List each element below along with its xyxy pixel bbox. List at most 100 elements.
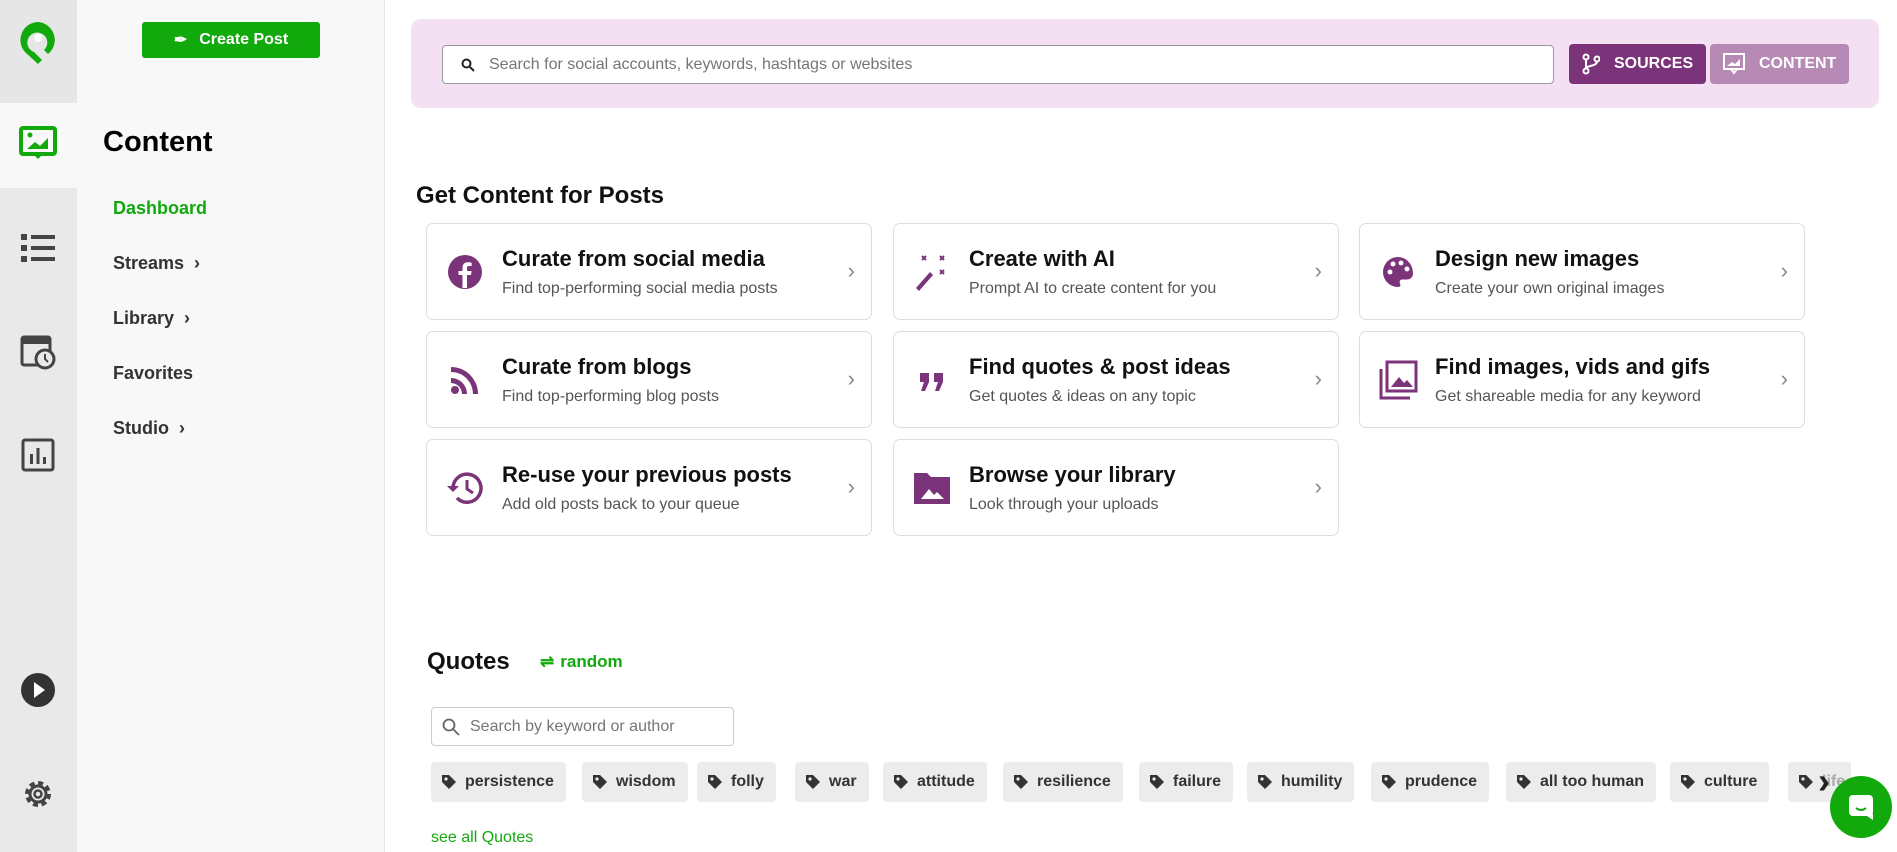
quote-tags: persistence wisdom folly war attitude resilie… <box>431 762 1851 802</box>
content-label: CONTENT <box>1759 55 1837 72</box>
branch-icon <box>1582 53 1600 75</box>
sources-button[interactable]: SOURCES <box>1569 44 1706 84</box>
tag-icon <box>442 775 456 789</box>
card-subtitle: Find top-performing social media posts <box>502 280 778 297</box>
images-icon <box>1378 360 1418 400</box>
card-subtitle: Add old posts back to your queue <box>502 496 740 513</box>
nav-label: Streams <box>113 253 185 273</box>
facebook-icon <box>445 252 485 292</box>
quote-search-field[interactable] <box>431 707 734 746</box>
sidebar-item-dashboard[interactable]: Dashboard <box>113 198 207 219</box>
quote-tag[interactable]: resilience <box>1003 762 1123 802</box>
icon-rail <box>0 0 77 852</box>
chevron-right-icon: › <box>1314 474 1322 499</box>
search-input[interactable] <box>489 55 1489 74</box>
quote-tag[interactable]: persistence <box>431 762 566 802</box>
tag-label: culture <box>1704 773 1758 790</box>
history-icon <box>445 468 485 508</box>
content-card[interactable]: Curate from social media Find top-perfor… <box>426 223 872 320</box>
quote-search-input[interactable] <box>470 717 720 736</box>
tag-icon <box>1258 775 1272 789</box>
content-button[interactable]: CONTENT <box>1710 44 1849 84</box>
quote-tag[interactable]: folly <box>697 762 776 802</box>
card-subtitle: Prompt AI to create content for you <box>969 280 1217 297</box>
create-post-label: Create Post <box>199 31 289 48</box>
chevron-right-icon: › <box>1780 366 1788 391</box>
chevron-right-icon: › <box>1780 258 1788 283</box>
sidebar-item-streams[interactable]: Streams › <box>113 253 200 274</box>
sidebar-item-library[interactable]: Library › <box>113 308 190 329</box>
magic-wand-icon <box>912 252 952 292</box>
card-title: Create with AI <box>969 246 1115 271</box>
content-card[interactable]: Find quotes & post ideas Get quotes & id… <box>893 331 1339 428</box>
calendar-clock-icon[interactable] <box>18 331 58 371</box>
shuffle-icon: ⇌ <box>540 652 555 671</box>
card-subtitle: Get shareable media for any keyword <box>1435 388 1701 405</box>
tags-next-arrow[interactable]: › <box>1818 760 1830 802</box>
search-icon <box>442 718 460 736</box>
content-card[interactable]: Browse your library Look through your up… <box>893 439 1339 536</box>
random-button[interactable]: ⇌ random <box>540 652 623 672</box>
streams-list-icon[interactable] <box>18 228 58 268</box>
card-subtitle: Create your own original images <box>1435 280 1665 297</box>
chevron-right-icon: › <box>847 474 855 499</box>
gear-icon[interactable] <box>18 774 58 814</box>
tag-icon <box>1517 775 1531 789</box>
search-banner: SOURCES CONTENT <box>411 19 1879 108</box>
search-field[interactable] <box>442 45 1554 84</box>
quote-tag[interactable]: humility <box>1247 762 1355 802</box>
quote-tag[interactable]: all too human <box>1506 762 1656 802</box>
get-content-title: Get Content for Posts <box>416 182 665 209</box>
nav-label: Studio <box>113 418 169 438</box>
sidebar-item-favorites[interactable]: Favorites <box>113 363 193 384</box>
quote-tag[interactable]: attitude <box>883 762 987 802</box>
chevron-right-icon: › <box>179 418 185 438</box>
see-all-quotes-link[interactable]: see all Quotes <box>431 829 533 847</box>
quote-tag[interactable]: prudence <box>1371 762 1490 802</box>
quote-tag[interactable]: culture <box>1670 762 1770 802</box>
chat-launcher-button[interactable] <box>1830 776 1892 838</box>
card-subtitle: Find top-performing blog posts <box>502 388 719 405</box>
tag-label: prudence <box>1405 773 1478 790</box>
nav-label: Dashboard <box>113 198 208 218</box>
tag-icon <box>1681 775 1695 789</box>
tag-icon <box>806 775 820 789</box>
play-icon[interactable] <box>18 670 58 710</box>
create-post-button[interactable]: ✒ Create Post <box>142 22 320 58</box>
logo-icon[interactable] <box>18 22 58 64</box>
chevron-right-icon: › <box>1314 366 1322 391</box>
content-icon[interactable] <box>18 124 58 164</box>
chevron-right-icon: › <box>184 308 191 328</box>
search-icon <box>461 58 475 72</box>
quote-tag[interactable]: war <box>795 762 869 802</box>
rss-icon <box>445 360 485 400</box>
quote-tag[interactable]: failure <box>1139 762 1234 802</box>
content-card[interactable]: Design new images Create your own origin… <box>1359 223 1805 320</box>
tag-label: folly <box>731 773 764 790</box>
tag-label: resilience <box>1037 773 1111 790</box>
tag-icon <box>894 775 908 789</box>
card-title: Browse your library <box>969 462 1176 487</box>
content-card[interactable]: Find images, vids and gifs Get shareable… <box>1359 331 1805 428</box>
content-card[interactable]: Re-use your previous posts Add old posts… <box>426 439 872 536</box>
chat-icon <box>1849 795 1873 820</box>
tag-icon <box>1799 775 1813 789</box>
sidebar-item-studio[interactable]: Studio › <box>113 418 185 439</box>
card-title: Find quotes & post ideas <box>969 354 1231 379</box>
content-card[interactable]: Curate from blogs Find top-performing bl… <box>426 331 872 428</box>
card-subtitle: Look through your uploads <box>969 496 1159 513</box>
card-title: Curate from blogs <box>502 354 692 379</box>
folder-image-icon <box>912 468 952 508</box>
card-title: Find images, vids and gifs <box>1435 354 1711 379</box>
sources-label: SOURCES <box>1614 55 1694 72</box>
tag-icon <box>1150 775 1164 789</box>
sidebar: ✒ Create Post Content Dashboard Streams › … <box>77 0 385 852</box>
tag-label: attitude <box>917 773 975 790</box>
content-card[interactable]: Create with AI Prompt AI to create conte… <box>893 223 1339 320</box>
tag-label: war <box>829 773 857 790</box>
analytics-icon[interactable] <box>18 435 58 475</box>
quote-icon <box>912 360 952 400</box>
palette-icon <box>1378 252 1418 292</box>
tag-label: humility <box>1281 773 1343 790</box>
quote-tag[interactable]: wisdom <box>582 762 688 802</box>
